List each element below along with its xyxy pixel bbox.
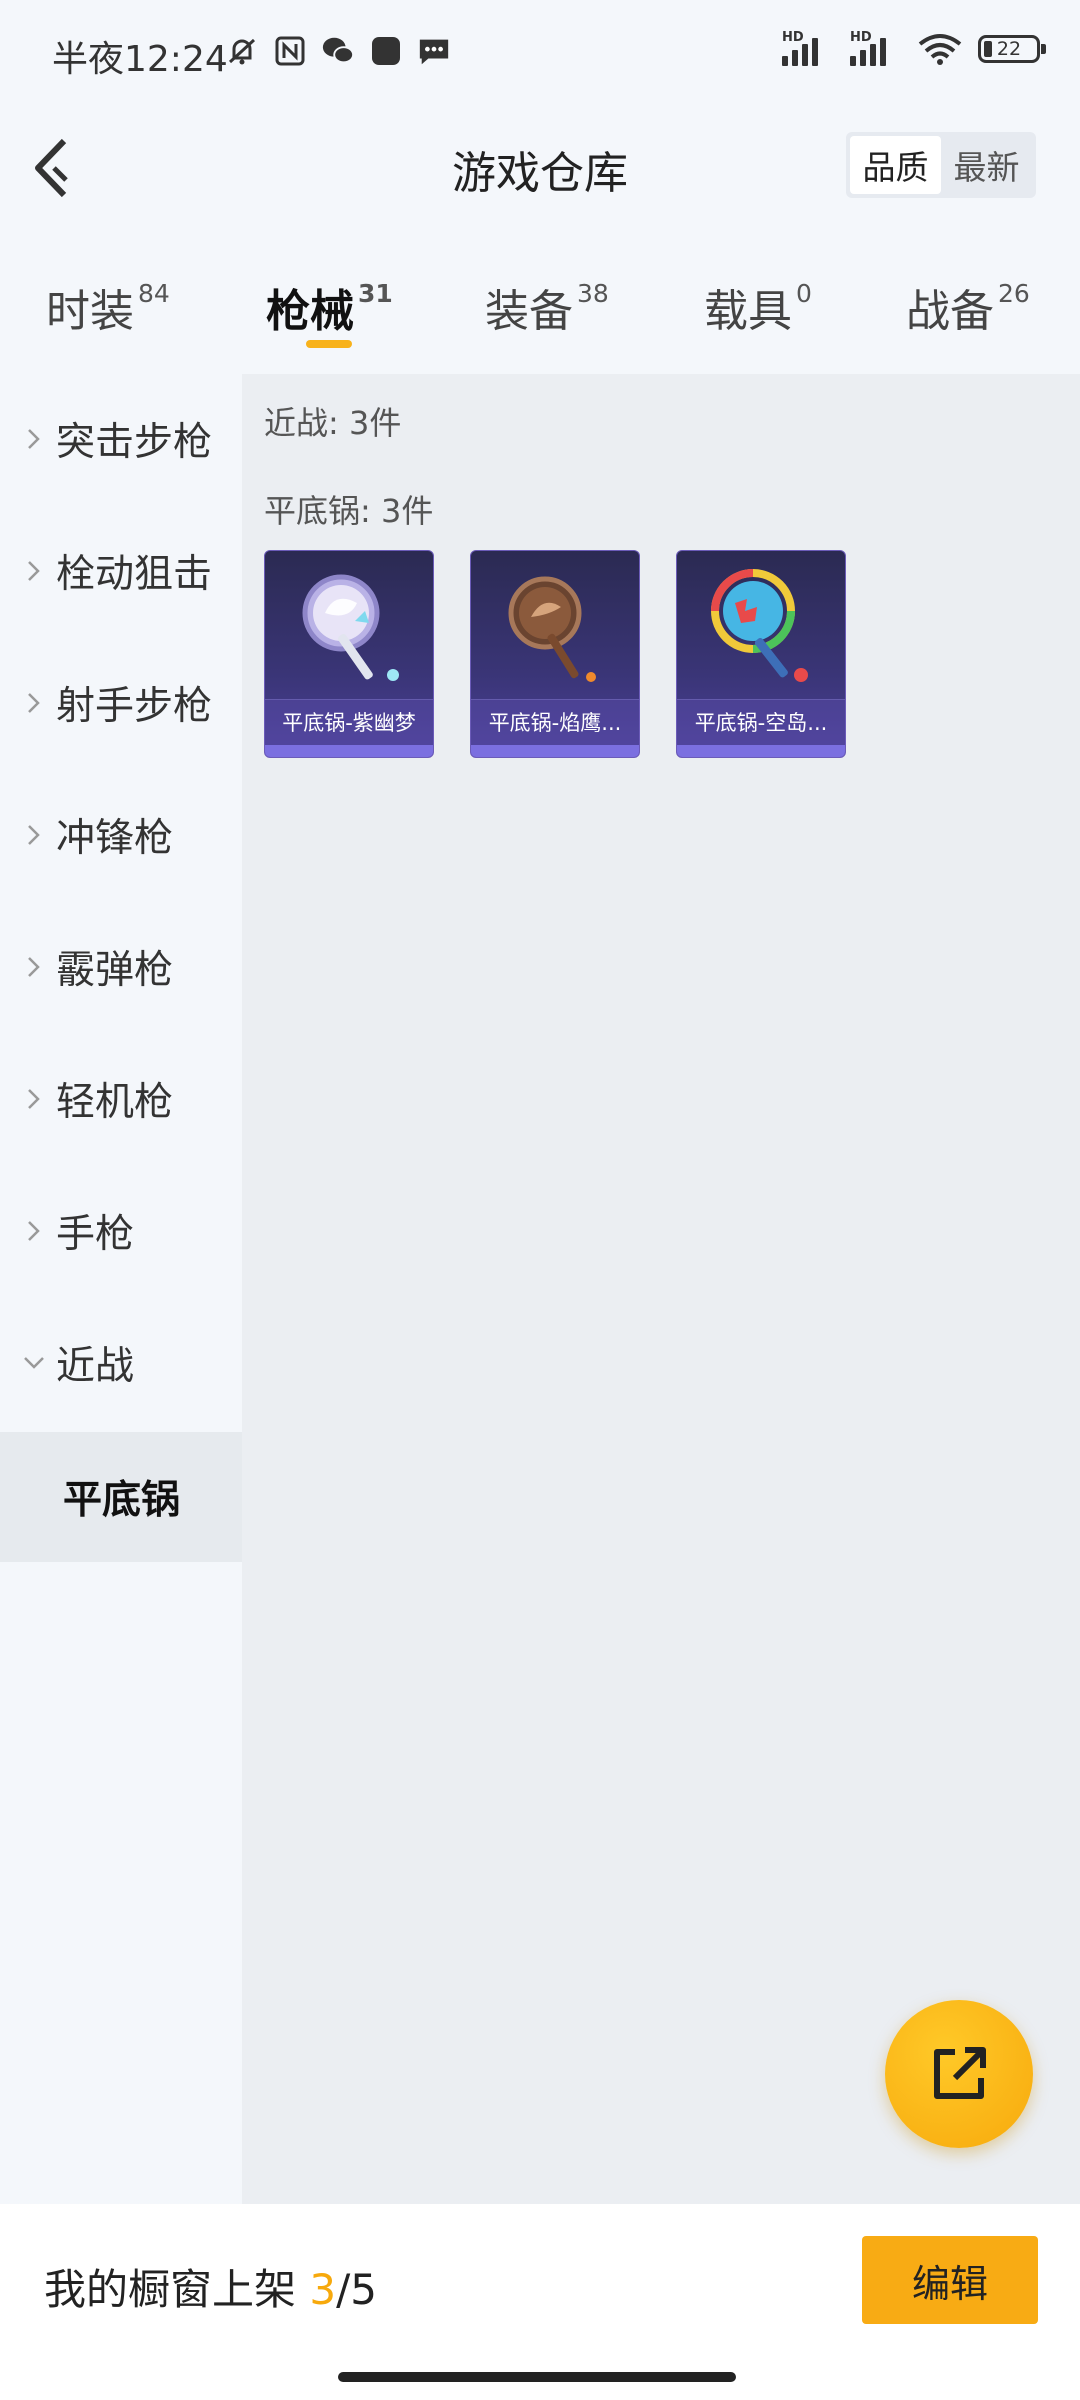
category-count-label: 近战: 3件 [264,404,402,442]
sidebar-item-label: 栓动狙击 [56,552,213,597]
category-tabs: 时装 84 枪械 31 装备 38 载具 0 战备 26 [0,255,1080,365]
sidebar-item-label: 轻机枪 [56,1080,174,1125]
tab-count: 26 [998,279,1030,309]
wifi-icon [918,32,962,66]
share-button[interactable] [885,2000,1033,2148]
sidebar-item-assault-rifle[interactable]: 突击步枪 [0,374,242,504]
item-card[interactable]: 平底锅-紫幽梦 [264,550,434,758]
pan-sky-island-icon [677,551,845,701]
showcase-total-count: /5 [336,2265,377,2314]
app-square-icon [369,34,403,68]
rarity-stripe [471,745,639,757]
pan-purple-dream-icon [265,551,433,701]
item-name: 平底锅-焰鹰... [471,699,639,745]
tab-count: 84 [138,279,170,309]
tab-label: 时装 [46,286,134,337]
tab-label: 战备 [906,286,994,337]
chevron-right-icon [22,1084,46,1114]
chevron-right-icon [22,424,46,454]
sidebar-item-label: 射手步枪 [56,684,213,729]
sidebar-item-bolt-sniper[interactable]: 栓动狙击 [0,506,242,636]
tab-label: 装备 [485,286,573,337]
sidebar-item-label: 霰弹枪 [56,948,174,993]
sidebar-item-shotgun[interactable]: 霰弹枪 [0,902,242,1032]
sidebar-item-label: 手枪 [56,1212,135,1257]
nfc-icon [273,34,307,68]
tab-battle-gear[interactable]: 战备 26 [906,275,1030,339]
sidebar-item-marksman-rifle[interactable]: 射手步枪 [0,638,242,768]
sidebar-item-lmg[interactable]: 轻机枪 [0,1034,242,1164]
sidebar-item-melee[interactable]: 近战 [0,1298,242,1428]
item-card[interactable]: 平底锅-焰鹰... [470,550,640,758]
sidebar-item-smg[interactable]: 冲锋枪 [0,770,242,900]
item-name: 平底锅-空岛... [677,699,845,745]
sidebar-subitem-label: 平底锅 [63,1478,181,1523]
sidebar-item-label: 冲锋枪 [56,816,174,861]
bell-muted-icon [225,34,259,68]
notification-icons [225,34,451,68]
signal-icon-1: HD [782,30,834,66]
tab-vehicles[interactable]: 载具 0 [704,275,812,339]
tab-firearms[interactable]: 枪械 31 [266,275,393,339]
showcase-status: 我的橱窗上架 3/5 [44,2256,377,2317]
rarity-stripe [677,745,845,757]
item-card[interactable]: 平底锅-空岛... [676,550,846,758]
edit-button[interactable]: 编辑 [862,2236,1038,2324]
message-icon [417,34,451,68]
subcategory-count-label: 平底锅: 3件 [264,492,434,530]
chevron-right-icon [22,556,46,586]
home-indicator[interactable] [338,2372,736,2382]
chevron-right-icon [22,1216,46,1246]
wechat-icon [321,34,355,68]
item-content-area: 近战: 3件 平底锅: 3件 平底锅-紫幽梦 平底锅-焰鹰... 平底锅-空岛.… [242,374,1080,2204]
sort-latest-button[interactable]: 最新 [941,136,1032,194]
app-header: 游戏仓库 品质 最新 [0,115,1080,215]
sidebar-item-pistol[interactable]: 手枪 [0,1166,242,1296]
tab-label: 载具 [704,286,792,337]
sidebar-item-label: 突击步枪 [56,420,213,465]
tab-count: 31 [358,279,393,309]
chevron-right-icon [22,820,46,850]
tab-count: 0 [796,279,812,309]
sort-quality-button[interactable]: 品质 [850,136,941,194]
showcase-current-count: 3 [309,2265,337,2314]
rarity-stripe [265,745,433,757]
system-status-icons: HD HD 22 [782,30,1046,66]
tab-equipment[interactable]: 装备 38 [485,275,609,339]
chevron-down-icon [22,1348,46,1378]
status-bar: 半夜12:24 HD HD 22 [0,0,1080,115]
showcase-label: 我的橱窗上架 [44,2265,297,2314]
tab-count: 38 [577,279,609,309]
active-tab-indicator [306,340,352,348]
chevron-right-icon [22,688,46,718]
weapon-type-sidebar: 突击步枪 栓动狙击 射手步枪 冲锋枪 霰弹枪 轻机枪 手枪 近战 平底锅 [0,374,242,2204]
sidebar-item-label: 近战 [56,1344,135,1389]
item-name: 平底锅-紫幽梦 [265,699,433,745]
sort-toggle: 品质 最新 [846,132,1036,198]
pan-flame-eagle-icon [471,551,639,701]
status-time: 半夜12:24 [52,39,228,80]
showcase-bar: 我的橱窗上架 3/5 编辑 [0,2204,1080,2400]
sidebar-subitem-frying-pan[interactable]: 平底锅 [0,1432,242,1562]
tab-label: 枪械 [266,286,354,337]
tab-costume[interactable]: 时装 84 [46,275,170,339]
external-link-icon [934,2047,986,2099]
chevron-right-icon [22,952,46,982]
signal-icon-2: HD [850,30,902,66]
battery-icon: 22 [978,35,1046,63]
